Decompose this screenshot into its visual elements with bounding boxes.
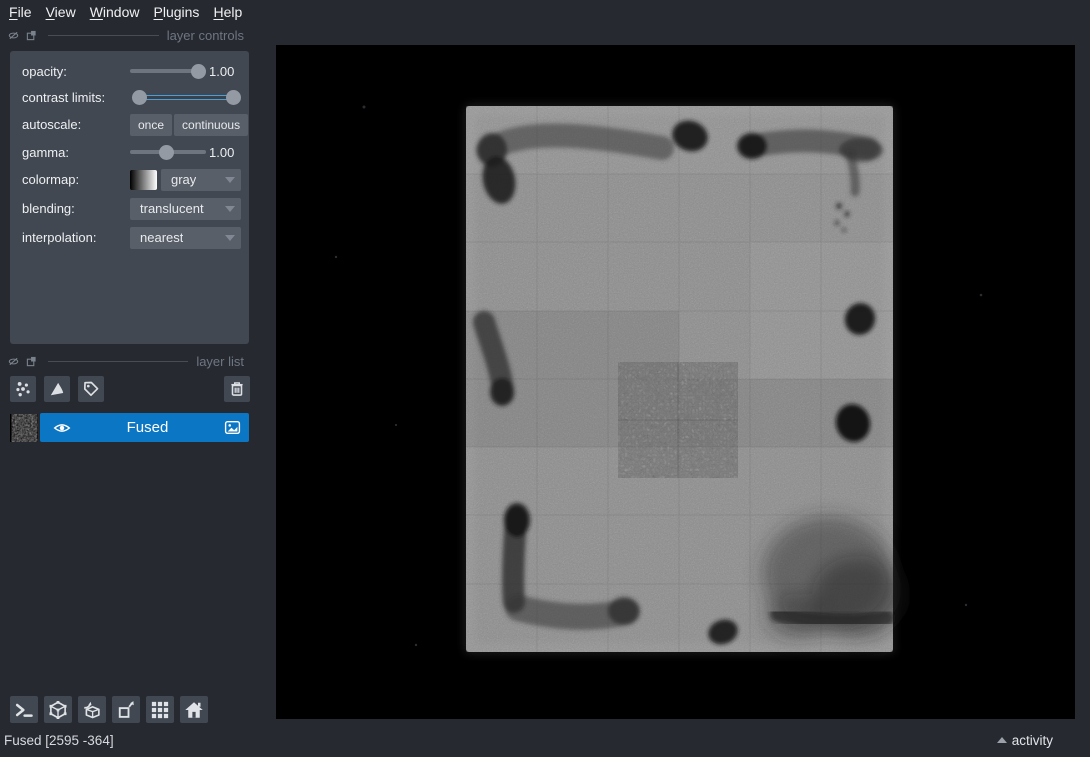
float-dock-icon[interactable] (26, 356, 37, 367)
transpose-dimensions-button[interactable] (112, 696, 140, 723)
opacity-label: opacity: (22, 64, 130, 79)
opacity-row: opacity: 1.00 (22, 60, 241, 82)
grid-view-button[interactable] (146, 696, 174, 723)
colormap-label: colormap: (22, 172, 130, 187)
autoscale-label: autoscale: (22, 117, 130, 132)
menu-help[interactable]: Help (213, 4, 242, 20)
chevron-down-icon (225, 235, 235, 241)
contrast-limits-slider[interactable] (130, 89, 242, 105)
activity-toggle[interactable]: activity (997, 733, 1053, 748)
autoscale-continuous-button[interactable]: continuous (174, 114, 248, 136)
ndisplay-toggle-button[interactable] (44, 696, 72, 723)
layer-controls-panel: opacity: 1.00 contrast limits: autoscal (10, 51, 249, 344)
blending-row: blending: translucent (22, 196, 241, 221)
new-points-layer-button[interactable] (10, 376, 36, 402)
dock-title-divider (48, 361, 188, 362)
interpolation-row: interpolation: nearest (22, 225, 241, 250)
image-layer-icon (224, 419, 241, 436)
interpolation-select[interactable]: nearest (130, 227, 241, 249)
layer-list-title: layer list (196, 354, 244, 369)
activity-label: activity (1012, 733, 1053, 748)
layer-thumbnail (10, 414, 38, 442)
menu-bar: File View Window Plugins Help (0, 0, 1090, 24)
transpose-icon (116, 700, 136, 720)
points-icon (14, 380, 32, 398)
left-dock: layer controls opacity: 1.00 contrast li… (0, 24, 258, 723)
status-coordinates: Fused [2595 -364] (4, 733, 114, 748)
contrast-low-handle[interactable] (132, 90, 147, 105)
shapes-icon (48, 380, 66, 398)
menu-window[interactable]: Window (90, 4, 140, 20)
viewer-canvas[interactable] (276, 45, 1075, 719)
eye-visible-icon[interactable] (53, 419, 71, 437)
float-dock-icon[interactable] (26, 30, 37, 41)
colormap-select[interactable]: gray (161, 169, 241, 191)
layer-name: Fused (71, 419, 224, 436)
cube-3d-icon (48, 700, 68, 720)
colormap-gradient-swatch (130, 170, 157, 190)
delete-layer-button[interactable] (224, 376, 250, 402)
interpolation-value: nearest (140, 230, 183, 245)
console-icon (14, 700, 34, 720)
home-reset-view-button[interactable] (180, 696, 208, 723)
gamma-slider-handle[interactable] (159, 145, 174, 160)
chevron-up-icon (997, 737, 1007, 743)
colormap-row: colormap: gray (22, 167, 241, 192)
menu-plugins[interactable]: Plugins (154, 4, 200, 20)
blending-label: blending: (22, 201, 130, 216)
home-icon (184, 700, 204, 720)
layer-list-toolbar (10, 376, 250, 402)
viewer-toolbar (10, 696, 258, 723)
gamma-value[interactable]: 1.00 (209, 145, 241, 160)
menu-view[interactable]: View (46, 4, 76, 20)
roll-dimensions-button[interactable] (78, 696, 106, 723)
opacity-slider-handle[interactable] (191, 64, 206, 79)
contrast-limits-row: contrast limits: (22, 86, 241, 108)
blending-select[interactable]: translucent (130, 198, 241, 220)
trash-icon (228, 380, 246, 398)
new-shapes-layer-button[interactable] (44, 376, 70, 402)
opacity-slider[interactable] (130, 63, 206, 79)
status-bar: Fused [2595 -364] activity (0, 723, 1090, 757)
gamma-row: gamma: 1.00 (22, 141, 241, 163)
gamma-label: gamma: (22, 145, 130, 160)
contrast-high-handle[interactable] (226, 90, 241, 105)
hide-dock-icon[interactable] (8, 356, 19, 367)
layer-list-titlebar: layer list (0, 353, 258, 369)
labels-tag-icon (82, 380, 100, 398)
roll-dims-icon (82, 700, 102, 720)
dock-title-divider (48, 35, 159, 36)
layer-selected-area[interactable]: Fused (40, 413, 249, 442)
console-button[interactable] (10, 696, 38, 723)
new-labels-layer-button[interactable] (78, 376, 104, 402)
layer-controls-titlebar: layer controls (0, 27, 258, 43)
grid-icon (150, 700, 170, 720)
menu-file[interactable]: File (9, 4, 32, 20)
layer-controls-title: layer controls (167, 28, 244, 43)
fused-image-render (276, 45, 1075, 719)
gamma-slider[interactable] (130, 144, 206, 160)
layer-item-fused[interactable]: Fused (10, 413, 249, 442)
chevron-down-icon (225, 177, 235, 183)
colormap-value: gray (171, 172, 196, 187)
opacity-value[interactable]: 1.00 (209, 64, 241, 79)
chevron-down-icon (225, 206, 235, 212)
hide-dock-icon[interactable] (8, 30, 19, 41)
autoscale-once-button[interactable]: once (130, 114, 172, 136)
blending-value: translucent (140, 201, 204, 216)
contrast-limits-label: contrast limits: (22, 90, 130, 105)
autoscale-row: autoscale: once continuous (22, 112, 241, 137)
interpolation-label: interpolation: (22, 230, 130, 245)
